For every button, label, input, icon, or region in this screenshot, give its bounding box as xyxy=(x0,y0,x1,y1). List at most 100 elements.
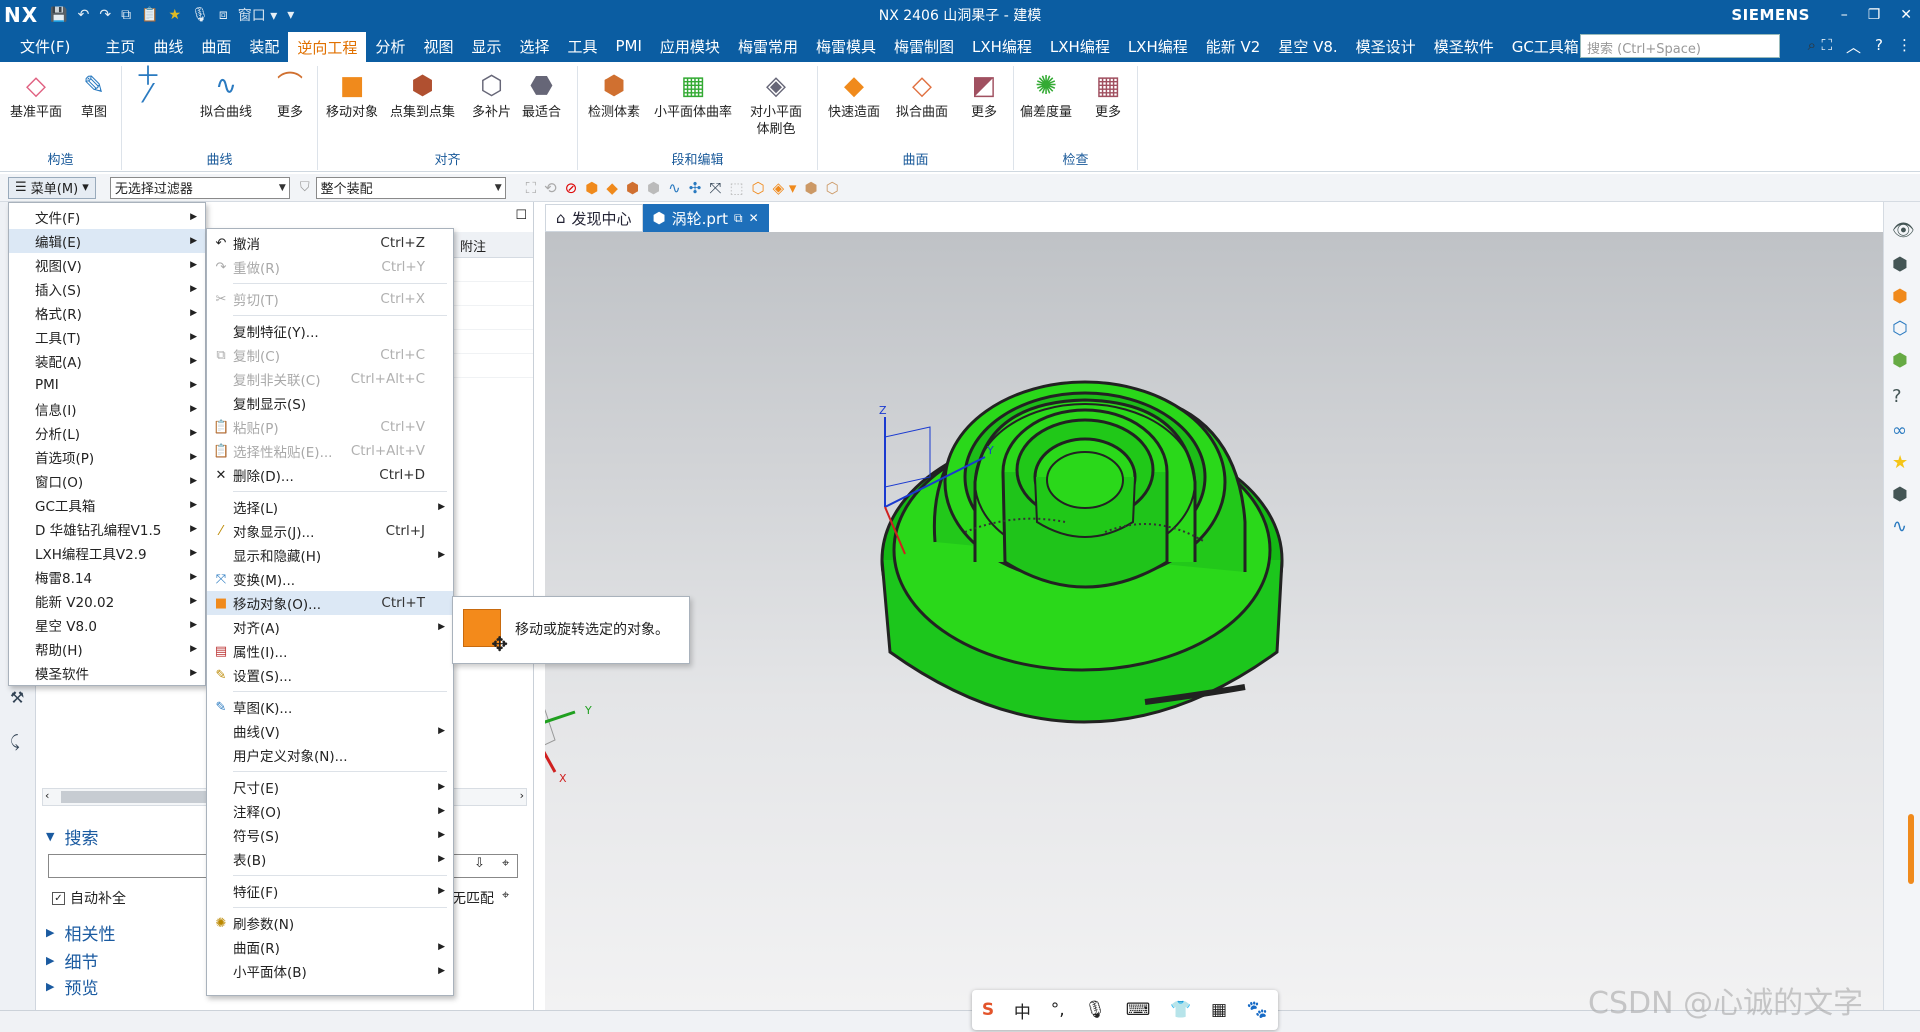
section-preview[interactable]: ▶ 预览 xyxy=(46,974,98,999)
best-fit-button[interactable]: ⬣ 最适合 xyxy=(522,68,561,121)
curve-tool-icon[interactable]: ∿ xyxy=(1892,516,1907,537)
restore-icon[interactable]: ❐ xyxy=(1868,7,1881,23)
snap-mid-icon[interactable]: ◈ ▾ xyxy=(773,179,797,197)
tab-surface[interactable]: 曲面 xyxy=(192,30,240,62)
menu-item-redo[interactable]: ↷ 重做(R) Ctrl+Y xyxy=(207,255,453,279)
ime-language-toggle[interactable]: 中 xyxy=(1014,998,1031,1023)
menu-item-analysis[interactable]: 分析(L) ▶ xyxy=(9,421,205,445)
menu-item-info[interactable]: 信息(I) ▶ xyxy=(9,397,205,421)
switch-window-icon[interactable]: ⧈ xyxy=(219,7,228,23)
help-circle-icon[interactable]: ? xyxy=(1892,386,1902,407)
tab-file[interactable]: 文件(F) xyxy=(0,30,90,62)
tab-gc-toolbox[interactable]: GC工具箱 xyxy=(1503,30,1588,62)
menu-item-dimension[interactable]: 尺寸(E) ▶ xyxy=(207,775,453,799)
turbine-model[interactable] xyxy=(880,380,1284,724)
graphics-viewport[interactable]: Z Y Z Y X xyxy=(514,232,1883,1010)
punctuation-icon[interactable]: °, xyxy=(1051,1000,1065,1020)
snap-center-icon[interactable]: ⬡ xyxy=(752,179,765,197)
menu-item-paste-special[interactable]: 📋 选择性粘贴(E)... Ctrl+Alt+V xyxy=(207,439,453,463)
menu-item-delete[interactable]: ✕ 删除(D)... Ctrl+D xyxy=(207,463,453,487)
menu-item-object-display[interactable]: ⁄ 对象显示(J)... Ctrl+J xyxy=(207,519,453,543)
line-button[interactable]: ＋ ⁄ xyxy=(130,64,166,107)
menu-item-lxh[interactable]: LXH编程工具V2.9 ▶ xyxy=(9,541,205,565)
tab-display[interactable]: 显示 xyxy=(462,30,510,62)
tab-tools[interactable]: 工具 xyxy=(558,30,606,62)
menu-item-preferences[interactable]: 首选项(P) ▶ xyxy=(9,445,205,469)
menu-item-format[interactable]: 格式(R) ▶ xyxy=(9,301,205,325)
search-icon[interactable]: ⌕ xyxy=(1808,36,1816,54)
scroll-right-icon[interactable]: › xyxy=(520,789,524,802)
paste-icon[interactable]: 📋 xyxy=(141,7,158,23)
move-object-ribbon-button[interactable]: ■ 移动对象 xyxy=(326,68,378,121)
menu-item-select[interactable]: 选择(L) ▶ xyxy=(207,495,453,519)
tab-mosheng-software[interactable]: 模圣软件 xyxy=(1425,30,1503,62)
menu-item-help[interactable]: 帮助(H) ▶ xyxy=(9,637,205,661)
collapse-ribbon-icon[interactable]: ︿ xyxy=(1846,36,1861,57)
minimize-icon[interactable]: – xyxy=(1841,7,1848,23)
microphone-icon[interactable]: 🎙 xyxy=(191,7,209,23)
solid-icon[interactable]: ⬢ xyxy=(626,179,639,197)
facet-curvature-button[interactable]: ▦ 小平面体曲率 xyxy=(654,68,732,121)
tab-mosheng-design[interactable]: 模圣设计 xyxy=(1347,30,1425,62)
facet-paint-button[interactable]: ◈ 对小平面体刷色 xyxy=(744,68,808,138)
tab-discovery-center[interactable]: ⌂ 发现中心 xyxy=(545,204,643,232)
view-triad[interactable]: Z Y X xyxy=(514,648,592,785)
multi-patch-button[interactable]: ⬡ 多补片 xyxy=(472,68,511,121)
copy-icon[interactable]: ⧉ xyxy=(121,7,131,23)
constraint-icon[interactable]: ⬢ xyxy=(1892,350,1908,371)
arrow-down-button[interactable]: ⇩ xyxy=(474,856,485,871)
menu-item-view[interactable]: 视图(V) ▶ xyxy=(9,253,205,277)
menu-item-facet-body[interactable]: 小平面体(B) ▶ xyxy=(207,959,453,983)
tab-assembly[interactable]: 装配 xyxy=(240,30,288,62)
tab-lxh-2[interactable]: LXH编程 xyxy=(1041,30,1119,62)
assembly-navigator-icon[interactable]: ⬡ xyxy=(1892,318,1908,339)
keyboard-icon[interactable]: ⌨ xyxy=(1126,1000,1151,1020)
point-set-button[interactable]: ⬢ 点集到点集 xyxy=(390,68,455,121)
tab-active-part[interactable]: ⬢ 涡轮.prt ⧉ ✕ xyxy=(642,204,769,232)
menu-item-edit[interactable]: 编辑(E) ▶ xyxy=(9,229,205,253)
scroll-left-icon[interactable]: ‹ xyxy=(45,789,49,802)
scope-select[interactable]: 整个装配 xyxy=(315,176,506,199)
tab-nengxin[interactable]: 能新 V2 xyxy=(1197,30,1270,62)
menu-item-transform[interactable]: ⤧ 变换(M)... xyxy=(207,567,453,591)
menu-item-properties[interactable]: ▤ 属性(I)... xyxy=(207,639,453,663)
sogou-logo-icon[interactable]: S xyxy=(982,1000,994,1020)
deviation-gauge-button[interactable]: ✺ 偏差度量 xyxy=(1020,68,1072,121)
tab-close-icon[interactable]: ✕ xyxy=(749,211,759,225)
parts-icon[interactable]: ⬢ xyxy=(1892,254,1908,275)
view-icon[interactable]: 👁 xyxy=(1892,220,1915,241)
tab-meilei-common[interactable]: 梅雷常用 xyxy=(729,30,807,62)
snap-edge-icon[interactable]: ⬚ xyxy=(729,179,743,197)
sketch-button[interactable]: ✎ 草图 xyxy=(76,68,112,121)
menu-item-feature[interactable]: 特征(F) ▶ xyxy=(207,879,453,903)
menu-item-symbol[interactable]: 符号(S) ▶ xyxy=(207,823,453,847)
voxel-detect-button[interactable]: ⬢ 检测体素 xyxy=(588,68,640,121)
tab-view[interactable]: 视图 xyxy=(414,30,462,62)
menu-item-align[interactable]: 对齐(A) ▶ xyxy=(207,615,453,639)
column-notes[interactable]: 附注 xyxy=(460,236,486,255)
reuse-library-icon[interactable]: ⬢ xyxy=(1892,286,1908,307)
menu-item-meilei[interactable]: 梅雷8.14 ▶ xyxy=(9,565,205,589)
tab-lxh-1[interactable]: LXH编程 xyxy=(963,30,1041,62)
section-search[interactable]: ▼ 搜索 xyxy=(46,824,98,849)
menu-item-window[interactable]: 窗口(O) ▶ xyxy=(9,469,205,493)
star-icon[interactable]: ★ xyxy=(169,7,182,23)
apps-grid-icon[interactable]: ▦ xyxy=(1211,1000,1227,1020)
snap-icon[interactable]: ⤧ xyxy=(709,179,721,197)
menu-item-assembly[interactable]: 装配(A) ▶ xyxy=(9,349,205,373)
tab-curve[interactable]: 曲线 xyxy=(144,30,192,62)
menu-item-annotation[interactable]: 注释(O) ▶ xyxy=(207,799,453,823)
tab-analysis[interactable]: 分析 xyxy=(366,30,414,62)
history-icon[interactable]: ∞ xyxy=(1892,420,1907,441)
window-menu[interactable]: 窗口 ▾ xyxy=(238,5,277,25)
maximize-panel-icon[interactable]: ☐ xyxy=(515,208,527,223)
tab-xingkong[interactable]: 星空 V8. xyxy=(1269,30,1346,62)
shade-icon[interactable]: ⬢ xyxy=(804,179,817,197)
menu-item-cut[interactable]: ✂ 剪切(T) Ctrl+X xyxy=(207,287,453,311)
crosshair-button[interactable]: ⌖ xyxy=(502,856,509,871)
menu-item-sketch[interactable]: ✎ 草图(K)... xyxy=(207,695,453,719)
save-icon[interactable]: 💾 xyxy=(50,7,67,23)
tab-reverse-engineering[interactable]: 逆向工程 xyxy=(288,30,367,62)
role-icon[interactable]: ★ xyxy=(1892,452,1908,473)
customize-icon[interactable]: ▾ xyxy=(287,7,294,23)
